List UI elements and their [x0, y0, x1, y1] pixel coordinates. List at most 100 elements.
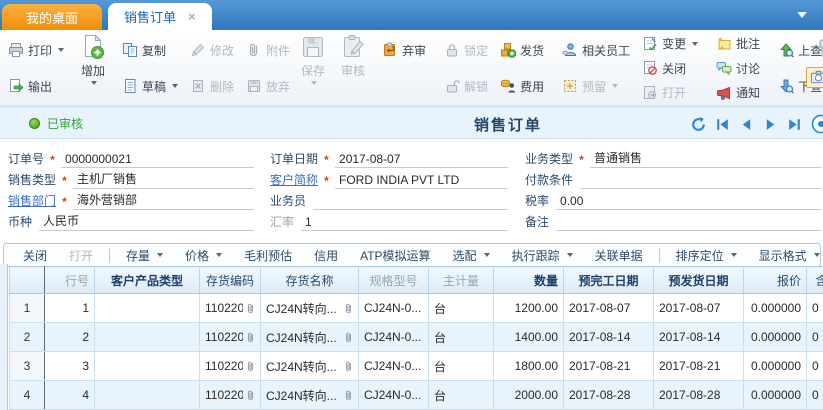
refresh-icon[interactable] — [690, 116, 707, 133]
cell-quote[interactable]: 0.000000 — [744, 323, 807, 352]
cell-sel[interactable]: 4 — [10, 381, 45, 410]
cell-tax[interactable]: 0 — [807, 352, 823, 381]
payment-terms-input[interactable] — [580, 173, 821, 189]
print-button[interactable]: 打印 — [4, 41, 68, 60]
cell-fin[interactable]: 2017-08-21 — [564, 352, 654, 381]
column-header-line[interactable]: 行号 — [45, 267, 95, 294]
display-format-button[interactable]: 显示格式 — [748, 247, 821, 264]
ship-button[interactable]: 发货 — [496, 41, 548, 60]
screenshot-toggle-button[interactable] — [806, 67, 823, 88]
copy-button[interactable]: 复制 — [118, 41, 182, 60]
cell-name[interactable]: CJ24N转向... — [261, 323, 359, 352]
reserve-button[interactable]: 预留 — [558, 77, 634, 96]
cell-unit[interactable]: 台 — [429, 352, 494, 381]
cell-quote[interactable]: 0.000000 — [744, 352, 807, 381]
open-doc-button[interactable]: 打开 — [638, 83, 702, 102]
cell-name[interactable]: CJ24N转向... — [261, 352, 359, 381]
cell-tax[interactable]: 0 — [807, 381, 823, 410]
cell-unit[interactable]: 台 — [429, 381, 494, 410]
sales-dept-label[interactable]: 销售部门 — [8, 192, 56, 210]
sales-type-input[interactable]: 主机厂销售 — [73, 170, 254, 189]
customer-label[interactable]: 客户简称 — [270, 171, 318, 189]
cell-cust[interactable] — [95, 352, 200, 381]
business-type-input[interactable]: 普通销售 — [590, 149, 821, 168]
cell-qty[interactable]: 1800.00 — [494, 352, 564, 381]
paperclip-icon[interactable] — [344, 389, 353, 402]
cell-cust[interactable] — [95, 323, 200, 352]
cell-spec[interactable]: CJ24N-0... — [359, 381, 429, 410]
cell-sel[interactable]: 1 — [10, 294, 45, 323]
order-no-input[interactable]: 0000000021 — [61, 152, 254, 168]
atp-simulation-button[interactable]: ATP模拟运算 — [349, 247, 441, 264]
cell-spec[interactable]: CJ24N-0... — [359, 323, 429, 352]
paperclip-icon[interactable] — [246, 302, 255, 315]
open-line-button[interactable]: 打开 — [58, 247, 104, 264]
draft-button[interactable]: 草稿 — [118, 77, 182, 96]
table-row[interactable]: 11110220CJ24N转向...CJ24N-0...台1200.002017… — [10, 294, 823, 323]
column-header-quote[interactable]: 报价 — [744, 267, 807, 294]
tab-my-desktop[interactable]: 我的桌面 — [2, 4, 102, 30]
cell-spec[interactable]: CJ24N-0... — [359, 294, 429, 323]
column-header-tax[interactable]: 含 — [807, 267, 823, 294]
cell-unit[interactable]: 台 — [429, 294, 494, 323]
cell-shp[interactable]: 2017-08-21 — [654, 352, 744, 381]
tax-rate-input[interactable]: 0.00 — [556, 194, 821, 210]
column-header-shp[interactable]: 预发货日期 — [654, 267, 744, 294]
stock-button[interactable]: 存量 — [115, 247, 174, 264]
column-header-fin[interactable]: 预完工日期 — [564, 267, 654, 294]
unlock-button[interactable]: 解锁 — [440, 77, 492, 96]
table-row[interactable]: 44110220CJ24N转向...CJ24N-0...台2000.002017… — [10, 381, 823, 410]
cell-line[interactable]: 3 — [45, 352, 95, 381]
column-header-cust[interactable]: 客户产品类型 — [95, 267, 200, 294]
tab-close-icon[interactable]: × — [188, 10, 196, 23]
salesman-input[interactable] — [313, 194, 508, 210]
exchange-rate-input[interactable]: 1 — [301, 215, 508, 231]
paperclip-icon[interactable] — [246, 389, 255, 402]
cell-code[interactable]: 110220 — [200, 294, 261, 323]
cell-code[interactable]: 110220 — [200, 352, 261, 381]
attachment-button[interactable]: 附件 — [242, 41, 294, 60]
cell-line[interactable]: 2 — [45, 323, 95, 352]
cell-tax[interactable]: 0 — [807, 323, 823, 352]
execution-trace-button[interactable]: 执行跟踪 — [501, 247, 584, 264]
cell-quote[interactable]: 0.000000 — [744, 381, 807, 410]
table-row[interactable]: 33110220CJ24N转向...CJ24N-0...台1800.002017… — [10, 352, 823, 381]
cell-fin[interactable]: 2017-08-14 — [564, 323, 654, 352]
unaudit-button[interactable]: 弃审 — [378, 41, 430, 60]
column-header-spec[interactable]: 规格型号 — [359, 267, 429, 294]
gross-profit-estimate-button[interactable]: 毛利预估 — [233, 247, 303, 264]
price-button[interactable]: 价格 — [174, 247, 233, 264]
save-button[interactable]: 保存 — [296, 31, 330, 105]
cell-shp[interactable]: 2017-08-07 — [654, 294, 744, 323]
tab-overflow-chevron-icon[interactable] — [797, 12, 807, 18]
discuss-button[interactable]: 讨论 — [712, 59, 764, 78]
first-record-icon[interactable] — [714, 116, 731, 133]
column-header-code[interactable]: 存货编码 — [200, 267, 261, 294]
cell-code[interactable]: 110220 — [200, 323, 261, 352]
cell-unit[interactable]: 台 — [429, 323, 494, 352]
column-header-qty[interactable]: 数量 — [494, 267, 564, 294]
edge-printer-icon[interactable] — [817, 38, 823, 58]
next-record-icon[interactable] — [762, 116, 779, 133]
export-button[interactable]: 输出 — [4, 77, 68, 96]
cell-cust[interactable] — [95, 294, 200, 323]
currency-input[interactable]: 人民币 — [39, 212, 254, 231]
cell-spec[interactable]: CJ24N-0... — [359, 352, 429, 381]
cell-name[interactable]: CJ24N转向... — [261, 381, 359, 410]
lock-button[interactable]: 锁定 — [440, 41, 492, 60]
cell-name[interactable]: CJ24N转向... — [261, 294, 359, 323]
paperclip-icon[interactable] — [344, 331, 353, 344]
modify-button[interactable]: 修改 — [186, 41, 238, 60]
sort-locate-button[interactable]: 排序定位 — [665, 247, 748, 264]
paperclip-icon[interactable] — [344, 302, 353, 315]
cell-cust[interactable] — [95, 381, 200, 410]
cell-quote[interactable]: 0.000000 — [744, 294, 807, 323]
paperclip-icon[interactable] — [246, 360, 255, 373]
previous-record-icon[interactable] — [738, 116, 755, 133]
change-button[interactable]: 变更 — [638, 34, 702, 53]
annotate-button[interactable]: 批注 — [712, 34, 764, 53]
cell-fin[interactable]: 2017-08-28 — [564, 381, 654, 410]
related-staff-button[interactable]: 相关员工 — [558, 41, 634, 60]
close-doc-button[interactable]: 关闭 — [638, 59, 702, 78]
related-documents-button[interactable]: 关联单据 — [584, 247, 654, 264]
